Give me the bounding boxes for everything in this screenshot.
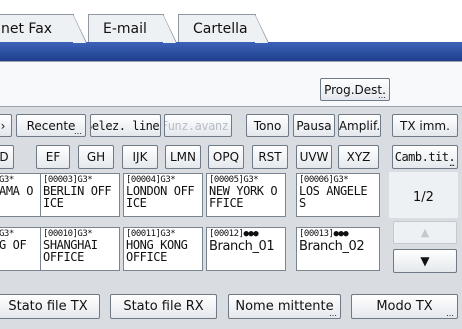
group-icon: ●●●	[333, 229, 349, 239]
tab-email[interactable]: E-mail	[88, 14, 177, 43]
index-tab-label: LMN	[169, 150, 196, 164]
tx-imm-label: TX imm.	[400, 118, 450, 133]
recente-label: Recente	[26, 118, 76, 133]
scroll-left-button[interactable]: ›	[0, 114, 12, 137]
destination-key[interactable]: [00011]G3* HONG KONG OFFICE	[123, 227, 203, 271]
destination-key[interactable]: [00005]G3* NEW YORK O FFICE	[206, 173, 286, 217]
destination-key[interactable]: [00010]G3* SHANGHAI OFFICE	[40, 227, 120, 271]
destination-key[interactable]: [00004]G3* LONDON OFF ICE	[123, 173, 203, 217]
index-tab-d[interactable]: D	[0, 145, 14, 169]
tab-label: net Fax	[1, 20, 53, 37]
destination-name-line2: S	[299, 196, 306, 210]
tx-imm-button[interactable]: TX imm.	[392, 114, 458, 137]
header-band	[0, 42, 462, 61]
tab-strip: net Fax E-mail Cartella	[0, 0, 462, 43]
destination-header: [00012]	[209, 229, 244, 239]
destination-name-line2: ICE	[43, 196, 64, 210]
arrow-down-icon: ▼	[420, 254, 430, 268]
stato-file-tx-label: Stato file TX	[8, 299, 88, 314]
selez-linea-button[interactable]: Selez. linea	[90, 114, 161, 137]
index-tab-label: D	[0, 150, 9, 164]
chevron-icon: ›	[0, 118, 6, 133]
index-tab-label: EF	[45, 150, 61, 164]
destination-key[interactable]: [00006]G3* LOS ANGELE S	[296, 173, 380, 217]
index-tab-ijk[interactable]: IJK	[122, 145, 158, 169]
amplif-label: Amplif.	[338, 118, 381, 133]
pausa-button[interactable]: Pausa	[293, 114, 335, 137]
page-down-button[interactable]: ▼	[393, 249, 457, 273]
camb-tit-button[interactable]: Camb.tit.…	[392, 145, 458, 169]
stato-file-tx-button[interactable]: Stato file TX	[0, 294, 100, 319]
tab-cartella[interactable]: Cartella	[178, 14, 269, 43]
destination-name-line2: OFFICE	[126, 250, 167, 264]
prog-dest-button[interactable]: Prog.Dest.…	[320, 78, 390, 101]
amplif-button[interactable]: Amplif.	[338, 114, 381, 137]
destination-name-line2: OFFICE	[43, 250, 84, 264]
selez-linea-label: Selez. linea	[91, 118, 160, 133]
index-tab-label: XYZ	[346, 150, 371, 164]
index-tab-label: GH	[86, 150, 106, 164]
index-tab-label: OPQ	[212, 150, 240, 164]
destination-key[interactable]: [00013]●●● Branch_02	[296, 227, 380, 271]
index-tab-opq[interactable]: OPQ	[208, 145, 244, 169]
destination-name: Branch_02	[299, 239, 365, 254]
funz-avanz-button: Funz.avanz.	[164, 114, 232, 137]
stato-file-rx-label: Stato file RX	[123, 299, 204, 314]
destination-name: Branch_01	[209, 239, 275, 254]
destination-header: [00013]	[299, 229, 334, 239]
index-tab-uvw[interactable]: UVW	[296, 145, 332, 169]
modo-tx-button[interactable]: Modo TX…	[351, 294, 458, 319]
destination-key[interactable]: [00003]G3* BERLIN OFF ICE	[40, 173, 120, 217]
more-indicator: …	[378, 91, 386, 100]
nome-mittente-label: Nome mittente	[235, 299, 334, 314]
destination-name-line2: ICE	[126, 196, 147, 210]
group-icon: ●●●	[243, 229, 259, 239]
pausa-label: Pausa	[296, 118, 332, 133]
index-tab-label: UVW	[299, 150, 329, 164]
tono-label: Tono	[253, 118, 282, 133]
destination-display	[0, 61, 462, 107]
arrow-up-icon: ▲	[420, 226, 430, 239]
recente-button[interactable]: Recente…	[16, 114, 86, 137]
tono-button[interactable]: Tono	[246, 114, 289, 137]
index-tab-label: IJK	[132, 150, 148, 164]
tab-label: Cartella	[193, 20, 248, 37]
tab-label: E-mail	[103, 20, 147, 37]
tab-internet-fax[interactable]: net Fax	[0, 14, 87, 43]
camb-tit-label: Camb.tit.	[394, 150, 456, 164]
nome-mittente-button[interactable]: Nome mittente…	[228, 294, 341, 319]
modo-tx-label: Modo TX	[376, 299, 433, 314]
page-indicator: 1/2	[413, 190, 434, 205]
index-tab-ef[interactable]: EF	[36, 145, 70, 169]
index-tab-xyz[interactable]: XYZ	[338, 145, 379, 169]
page-indicator-box: 1/2	[389, 172, 458, 218]
stato-file-rx-button[interactable]: Stato file RX	[110, 294, 217, 319]
index-tab-label: RST	[258, 150, 282, 164]
funz-avanz-label: Funz.avanz.	[164, 118, 232, 133]
index-tab-gh[interactable]: GH	[78, 145, 114, 169]
index-tab-rst[interactable]: RST	[252, 145, 288, 169]
destination-name-line2: FFICE	[209, 196, 244, 210]
page-up-button: ▲	[393, 221, 457, 244]
index-tab-lmn[interactable]: LMN	[165, 145, 201, 169]
prog-dest-label: Prog.Dest.	[324, 82, 386, 97]
destination-key[interactable]: [00012]●●● Branch_01	[206, 227, 286, 271]
destination-name: LOS ANGELE	[299, 184, 368, 198]
